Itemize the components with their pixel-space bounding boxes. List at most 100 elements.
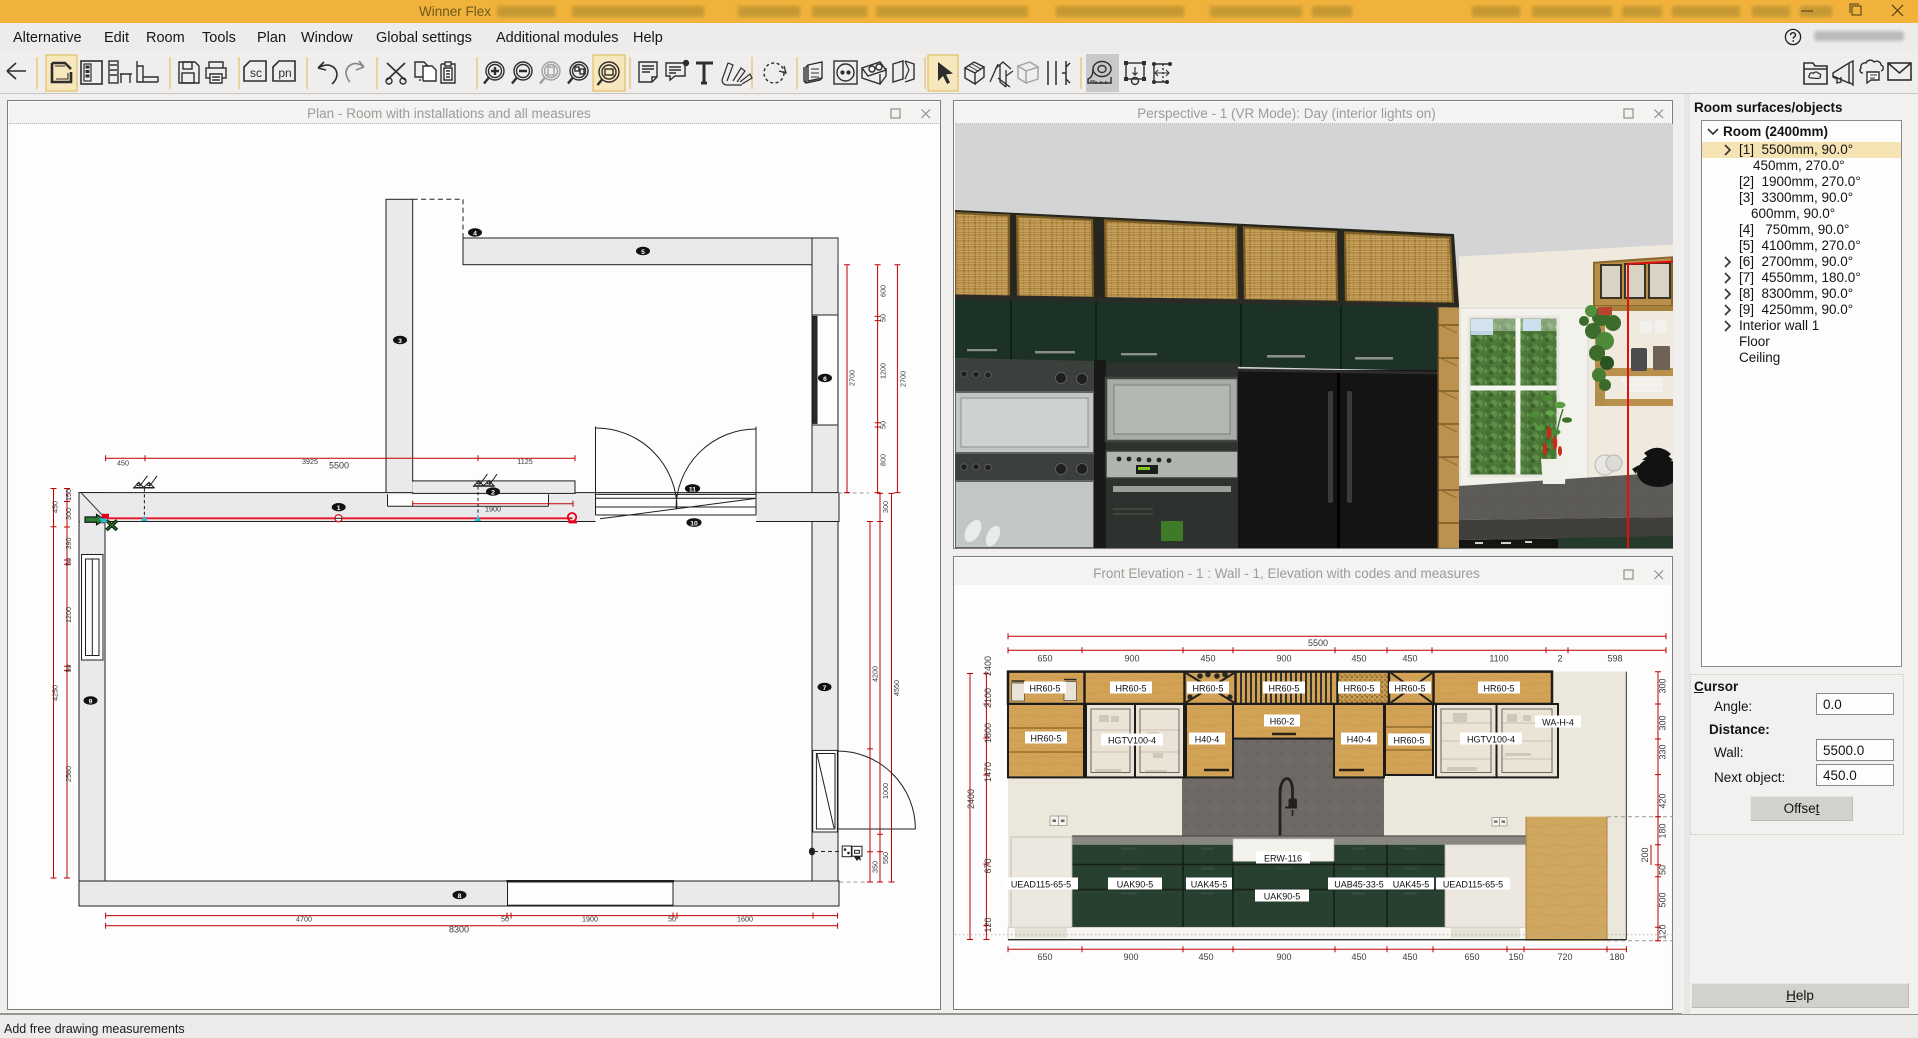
svg-text:UAK45-5: UAK45-5 (1191, 880, 1228, 890)
svg-text:2400: 2400 (983, 656, 993, 676)
svg-text:450: 450 (1351, 654, 1366, 664)
svg-text:50: 50 (64, 558, 73, 566)
svg-text:1900: 1900 (485, 505, 501, 514)
svg-text:5500: 5500 (1308, 638, 1328, 648)
svg-text:2: 2 (1557, 654, 1562, 664)
svg-text:pn: pn (278, 66, 291, 80)
svg-text:150: 150 (1508, 952, 1523, 962)
svg-text:UAK45-5: UAK45-5 (1393, 880, 1430, 890)
svg-text:[1] 5500mm, 90.0°: [1] 5500mm, 90.0° (1739, 142, 1853, 157)
svg-text:4250: 4250 (51, 685, 60, 701)
svg-text:120: 120 (1658, 924, 1668, 939)
svg-text:HR60-5: HR60-5 (1393, 736, 1424, 746)
svg-text:598: 598 (1607, 654, 1622, 664)
svg-text:H40-4: H40-4 (1195, 735, 1220, 745)
svg-text:450: 450 (1351, 952, 1366, 962)
svg-text:7: 7 (823, 685, 827, 692)
svg-text:HR60-5: HR60-5 (1030, 734, 1061, 744)
svg-text:180: 180 (1658, 823, 1668, 838)
svg-text:670: 670 (983, 858, 993, 873)
svg-text:720: 720 (1557, 952, 1572, 962)
svg-text:300: 300 (1658, 715, 1668, 730)
svg-text:WA-H-4: WA-H-4 (1542, 718, 1574, 728)
svg-text:550: 550 (881, 852, 890, 864)
svg-text:600mm, 90.0°: 600mm, 90.0° (1751, 206, 1835, 221)
svg-text:2700: 2700 (848, 370, 857, 386)
svg-text:450: 450 (1402, 952, 1417, 962)
svg-text:450: 450 (1200, 654, 1215, 664)
svg-text:2700: 2700 (899, 371, 908, 387)
svg-text:8300: 8300 (449, 925, 469, 935)
svg-text:450: 450 (1198, 952, 1213, 962)
svg-text:ERW-116: ERW-116 (1264, 854, 1302, 864)
svg-text:1600: 1600 (737, 915, 753, 924)
svg-text:900: 900 (1276, 654, 1291, 664)
svg-text:HR60-5: HR60-5 (1192, 684, 1223, 694)
svg-text:900: 900 (1123, 952, 1138, 962)
svg-text:450: 450 (51, 501, 60, 513)
svg-text:900: 900 (1124, 654, 1139, 664)
svg-text:HGTV100-4: HGTV100-4 (1108, 736, 1156, 746)
svg-text:50: 50 (879, 314, 888, 322)
svg-text:H40-4: H40-4 (1347, 735, 1372, 745)
svg-text:UAK90-5: UAK90-5 (1264, 892, 1301, 902)
svg-text:600: 600 (879, 285, 888, 297)
svg-text:HR60-5: HR60-5 (1268, 684, 1299, 694)
svg-text:[3] 3300mm, 90.0°: [3] 3300mm, 90.0° (1739, 190, 1853, 205)
svg-text:1800: 1800 (983, 723, 993, 743)
svg-text:120: 120 (983, 917, 993, 932)
svg-text:5500: 5500 (329, 461, 349, 471)
svg-text:[5] 4100mm, 270.0°: [5] 4100mm, 270.0° (1739, 238, 1861, 253)
svg-text:UEAD115-65-5: UEAD115-65-5 (1011, 880, 1071, 890)
svg-text:2100: 2100 (983, 688, 993, 708)
svg-text:[9] 4250mm, 90.0°: [9] 4250mm, 90.0° (1739, 302, 1853, 317)
svg-text:3925: 3925 (302, 457, 318, 466)
svg-text:650: 650 (1464, 952, 1479, 962)
svg-text:[6] 2700mm, 90.0°: [6] 2700mm, 90.0° (1739, 254, 1853, 269)
svg-text:50: 50 (501, 915, 509, 924)
svg-text:Ceiling: Ceiling (1739, 350, 1780, 365)
svg-text:4200: 4200 (871, 666, 880, 682)
svg-text:330: 330 (1658, 744, 1668, 759)
svg-text:500: 500 (1658, 892, 1668, 907)
svg-text:6: 6 (823, 376, 827, 383)
svg-text:2400: 2400 (966, 789, 976, 809)
svg-text:HGTV100-4: HGTV100-4 (1467, 735, 1515, 745)
svg-text:50: 50 (879, 421, 888, 429)
svg-text:1470: 1470 (983, 762, 993, 782)
svg-text:1000: 1000 (881, 783, 890, 799)
svg-text:300: 300 (881, 501, 890, 513)
svg-text:650: 650 (1037, 654, 1052, 664)
svg-text:420: 420 (1658, 793, 1668, 808)
svg-text:Floor: Floor (1739, 334, 1770, 349)
svg-text:8: 8 (458, 893, 462, 900)
svg-text:[4] 750mm, 90.0°: [4] 750mm, 90.0° (1739, 222, 1849, 237)
svg-text:900: 900 (1276, 952, 1291, 962)
svg-text:H60-2: H60-2 (1270, 717, 1295, 727)
svg-text:4700: 4700 (296, 915, 312, 924)
svg-text:UAB45-33-5: UAB45-33-5 (1334, 880, 1384, 890)
svg-text:350: 350 (871, 861, 880, 873)
svg-text:50: 50 (1658, 865, 1668, 875)
svg-text:650: 650 (1037, 952, 1052, 962)
svg-text:1200: 1200 (879, 363, 888, 379)
svg-text:50: 50 (668, 915, 676, 924)
svg-text:50: 50 (64, 665, 73, 673)
svg-text:200: 200 (1640, 847, 1650, 862)
svg-text:450: 450 (117, 459, 129, 468)
svg-text:800: 800 (879, 454, 888, 466)
svg-text:HR60-5: HR60-5 (1483, 684, 1514, 694)
svg-text:HR60-5: HR60-5 (1029, 684, 1060, 694)
svg-text:1200: 1200 (64, 607, 73, 623)
svg-text:2560: 2560 (64, 766, 73, 782)
svg-text:Room (2400mm): Room (2400mm) (1723, 124, 1828, 139)
svg-text:[2] 1900mm, 270.0°: [2] 1900mm, 270.0° (1739, 174, 1861, 189)
svg-text:sc: sc (250, 66, 262, 80)
svg-text:450: 450 (1402, 654, 1417, 664)
svg-text:11: 11 (689, 486, 696, 493)
svg-text:UAK90-5: UAK90-5 (1117, 880, 1154, 890)
svg-text:4: 4 (473, 230, 477, 237)
svg-text:9: 9 (89, 698, 93, 705)
svg-text:180: 180 (1609, 952, 1624, 962)
svg-text:10: 10 (690, 520, 698, 527)
